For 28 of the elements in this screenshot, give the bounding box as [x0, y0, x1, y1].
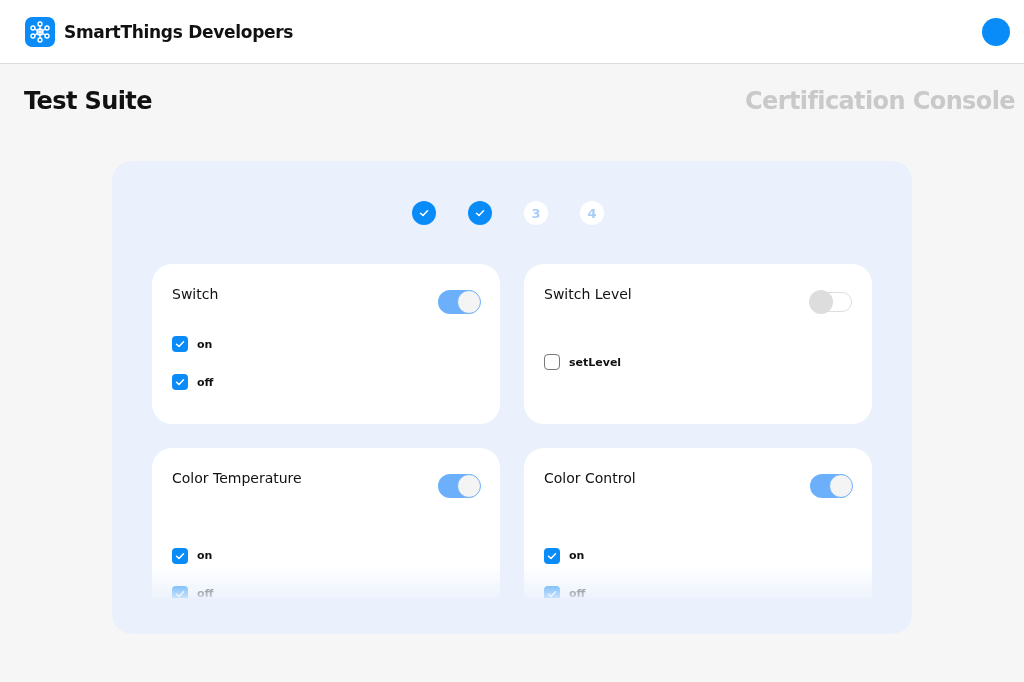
step-number: 3 [524, 201, 548, 225]
checkbox[interactable] [172, 374, 188, 390]
checkbox[interactable] [172, 336, 188, 352]
checkbox[interactable] [544, 354, 560, 370]
step-number: 4 [580, 201, 604, 225]
command-label: off [569, 587, 586, 598]
capability-title: Switch [172, 286, 219, 302]
command-label: on [197, 549, 213, 562]
toggle-switch[interactable] [438, 290, 480, 314]
checkbox[interactable] [544, 585, 560, 598]
toggle-switch[interactable] [438, 474, 480, 498]
command-label: setLevel [569, 355, 622, 369]
capability-title: Color Temperature [172, 470, 302, 486]
avatar[interactable] [982, 17, 1010, 46]
command-label: on [197, 337, 213, 351]
command-label: on [569, 549, 585, 562]
page-title: Test Suite [24, 87, 152, 115]
logo-icon [25, 16, 55, 47]
checkbox[interactable] [172, 585, 188, 598]
toggle-switch[interactable] [810, 474, 852, 498]
checkbox[interactable] [544, 547, 560, 564]
command-label: off [197, 587, 214, 598]
capability-title: Color Control [544, 470, 636, 486]
capability-title: Switch Level [544, 286, 632, 302]
toggle-switch[interactable] [810, 292, 852, 312]
checkbox[interactable] [172, 547, 188, 564]
brand-name: SmartThings Developers [64, 21, 294, 42]
command-label: off [197, 375, 214, 389]
